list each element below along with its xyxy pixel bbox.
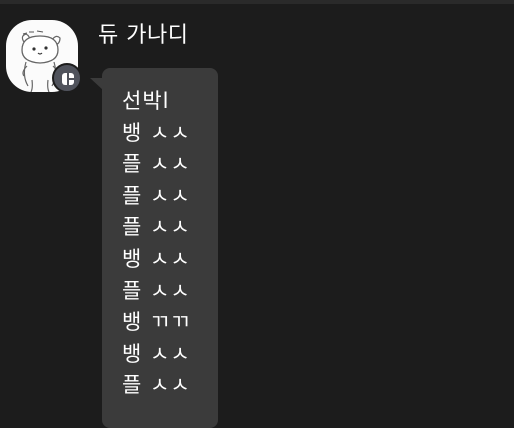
message-line: 뱅 ㅅㅅ [122, 246, 191, 271]
message-line: 플 ㅅㅅ [122, 215, 191, 240]
message-line: 플 ㅅㅅ [122, 152, 191, 177]
sender-name[interactable]: 듀 가나디 [98, 20, 188, 52]
message-line: 선박l [122, 89, 170, 113]
profile-badge-icon[interactable] [52, 63, 82, 93]
message-line: 플 ㅅㅅ [122, 373, 191, 398]
message-line: 뱅 ㄲㄲ [122, 310, 191, 335]
message-line: 플 ㅅㅅ [122, 278, 191, 303]
message-line: 뱅 ㅅㅅ [122, 341, 191, 366]
badge-glyph-icon [62, 73, 74, 85]
top-divider [0, 0, 514, 4]
message-line: 뱅 ㅅㅅ [122, 120, 191, 145]
message-bubble[interactable]: 선박l 뱅 ㅅㅅ 플 ㅅㅅ 플 ㅅㅅ 플 ㅅㅅ 뱅 ㅅㅅ 플 ㅅㅅ 뱅 ㄲㄲ 뱅… [102, 68, 218, 428]
message-line: 플 ㅅㅅ [122, 183, 191, 208]
